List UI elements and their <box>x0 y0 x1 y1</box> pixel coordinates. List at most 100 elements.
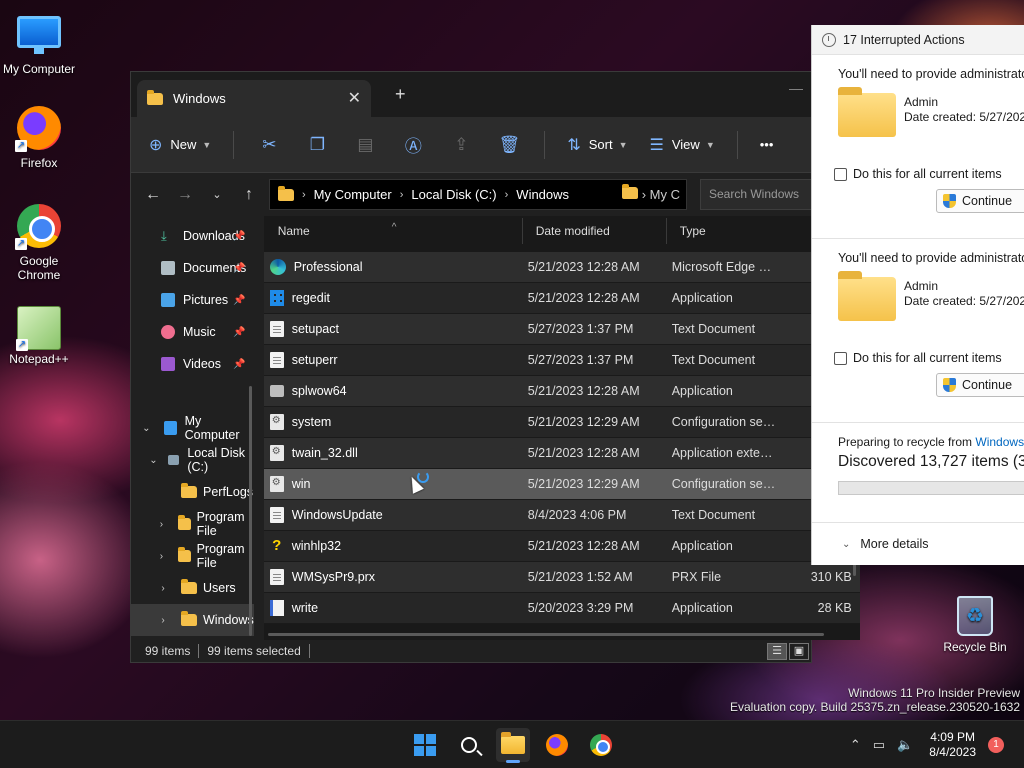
taskbar-clock[interactable]: 4:09 PM 8/4/2023 <box>929 730 976 760</box>
table-row[interactable]: write 5/20/2023 3:29 PM Application 28 KB <box>263 593 860 624</box>
table-row[interactable]: twain_32.dll 5/21/2023 12:28 AM Applicatio… <box>263 438 860 469</box>
column-header-type[interactable]: Type <box>665 218 776 244</box>
interrupted-actions-dialog: 17 Interrupted Actions You'll need to pr… <box>811 25 1024 565</box>
chevron-up-icon[interactable]: ⌃ <box>850 737 861 753</box>
source-folder-link[interactable]: Windows <box>975 435 1024 449</box>
file-size: 310 KB <box>810 570 852 584</box>
continue-button[interactable]: Continue <box>936 189 1024 213</box>
volume-icon[interactable]: 🔈 <box>897 737 913 753</box>
notification-badge[interactable]: 1 <box>988 737 1004 753</box>
table-row[interactable]: ? winhlp32 5/21/2023 12:28 AM Application <box>263 531 860 562</box>
column-header-name[interactable]: Name ^ <box>264 222 522 238</box>
table-row[interactable]: system 5/21/2023 12:29 AM Configuration se… <box>263 407 860 438</box>
tiles-view-button[interactable]: ▣ <box>789 643 809 660</box>
desktop-icon-notepadpp[interactable]: ↗ Notepad++ <box>1 306 77 366</box>
new-label: New <box>170 137 197 152</box>
cut-icon[interactable]: ✂ <box>256 135 282 155</box>
nav-item-program-files-x86[interactable]: › Program File <box>131 540 254 572</box>
chevron-right-icon[interactable]: › <box>155 519 168 530</box>
more-options-button[interactable]: ••• <box>760 137 774 152</box>
chevron-down-icon[interactable]: ⌄ <box>147 455 160 466</box>
breadcrumb-my-computer[interactable]: My Computer <box>314 187 392 202</box>
search-input[interactable]: Search Windows <box>700 179 812 210</box>
apply-to-all-checkbox[interactable]: Do this for all current items <box>834 351 1024 365</box>
breadcrumb-windows[interactable]: Windows <box>516 187 569 202</box>
apply-to-all-checkbox[interactable]: Do this for all current items <box>834 167 1024 181</box>
checkbox-box[interactable] <box>834 351 847 365</box>
monitor-icon <box>17 16 61 54</box>
file-name: WMSysPr9.prx <box>291 570 376 584</box>
nav-item-perflogs[interactable]: PerfLogs <box>131 476 254 508</box>
checkbox-box[interactable] <box>834 167 847 181</box>
table-row[interactable]: win 5/21/2023 12:29 AM Configuration sett.… <box>263 469 860 500</box>
sort-button[interactable]: ⇅ Sort ▼ <box>567 135 627 155</box>
paste-icon[interactable]: ▤ <box>352 135 378 155</box>
file-type: Application exten... <box>671 446 776 460</box>
nav-item-music[interactable]: Music 📌 <box>131 316 254 348</box>
new-button[interactable]: ⊕ New ▼ <box>149 135 211 155</box>
new-tab-button[interactable]: + <box>395 84 406 105</box>
rename-icon[interactable]: Ⓐ <box>400 132 426 157</box>
more-details-button[interactable]: ⌄ More details <box>812 523 1024 551</box>
desktop-icon-my-computer[interactable]: My Computer <box>1 10 77 76</box>
prx-file-icon <box>269 569 284 585</box>
desktop-icon-firefox[interactable]: ↗ Firefox <box>1 106 77 170</box>
pin-icon: 📌 <box>233 358 246 370</box>
navigation-scrollbar[interactable] <box>248 386 252 636</box>
minimize-button[interactable]: — <box>789 80 803 96</box>
continue-button[interactable]: Continue <box>936 373 1024 397</box>
column-header-date[interactable]: Date modified <box>521 218 666 244</box>
copy-icon[interactable]: ❐ <box>304 135 330 155</box>
folder-name: Admin <box>904 279 939 293</box>
address-bar[interactable]: › My Computer › Local Disk (C:) › Window… <box>269 179 687 210</box>
nav-item-users[interactable]: › Users <box>131 572 254 604</box>
tab-windows[interactable]: Windows ✕ <box>137 80 371 117</box>
table-row[interactable]: Professional 5/21/2023 12:28 AM Microsoft … <box>263 252 860 283</box>
chevron-right-icon[interactable]: › <box>155 551 168 562</box>
table-row[interactable]: setupact 5/27/2023 1:37 PM Text Document <box>263 314 860 345</box>
start-button[interactable] <box>408 728 442 762</box>
chevron-down-icon[interactable]: ⌄ <box>139 423 154 434</box>
close-tab-button[interactable]: ✕ <box>348 88 361 108</box>
desktop-icon-chrome[interactable]: ↗ Google Chrome <box>1 204 77 282</box>
nav-item-videos[interactable]: Videos 📌 <box>131 348 254 380</box>
table-row[interactable]: regedit 5/21/2023 12:28 AM Application <box>263 283 860 314</box>
nav-item-windows[interactable]: › Windows <box>131 604 254 636</box>
delete-icon[interactable]: 🗑 <box>496 135 522 155</box>
file-type: Configuration sett... <box>671 415 776 429</box>
action-message: You'll need to provide administrator <box>838 67 1024 81</box>
taskbar-file-explorer[interactable] <box>496 728 530 763</box>
file-name: winhlp32 <box>291 539 342 553</box>
details-view-button[interactable]: ☰ <box>767 643 787 660</box>
nav-item-label: Program File <box>196 510 245 538</box>
chevron-right-icon[interactable]: › <box>155 615 171 626</box>
nav-item-downloads[interactable]: ⤓ Downloads 📌 <box>131 220 254 252</box>
nav-item-program-files[interactable]: › Program File <box>131 508 254 540</box>
table-row[interactable]: setuperr 5/27/2023 1:37 PM Text Document <box>263 345 860 376</box>
address-overlay-text: My C <box>649 187 680 202</box>
nav-item-documents[interactable]: Documents 📌 <box>131 252 254 284</box>
up-button[interactable]: ↑ <box>233 186 265 204</box>
nav-item-local-disk[interactable]: ⌄ Local Disk (C:) <box>131 444 254 476</box>
horizontal-scrollbar[interactable] <box>267 633 824 636</box>
forward-button[interactable]: → <box>169 186 201 204</box>
table-row[interactable]: WindowsUpdate 8/4/2023 4:06 PM Text Docume… <box>263 500 860 531</box>
view-button[interactable]: ☰ View ▼ <box>650 135 715 155</box>
folder-icon <box>147 89 163 105</box>
desktop-icon-recycle-bin[interactable]: ♻ Recycle Bin <box>937 596 1013 654</box>
back-button[interactable]: ← <box>137 186 169 204</box>
nav-item-my-computer[interactable]: ⌄ My Computer <box>131 412 254 444</box>
taskbar-chrome[interactable] <box>584 728 618 762</box>
network-icon[interactable]: ▭ <box>873 737 885 753</box>
chevron-right-icon[interactable]: › <box>155 583 171 594</box>
item-count: 99 items <box>145 644 191 658</box>
recent-locations-button[interactable]: ⌄ <box>201 188 233 201</box>
nav-item-pictures[interactable]: Pictures 📌 <box>131 284 254 316</box>
table-row[interactable]: splwow64 5/21/2023 12:28 AM Application <box>263 376 860 407</box>
search-button[interactable] <box>452 728 486 762</box>
share-icon[interactable]: ⇪ <box>448 135 474 155</box>
table-row[interactable]: WMSysPr9.prx 5/21/2023 1:52 AM PRX File 310… <box>263 562 860 593</box>
taskbar-firefox[interactable] <box>540 728 574 762</box>
chevron-down-icon: ⌄ <box>842 538 851 550</box>
breadcrumb-local-disk[interactable]: Local Disk (C:) <box>411 187 496 202</box>
